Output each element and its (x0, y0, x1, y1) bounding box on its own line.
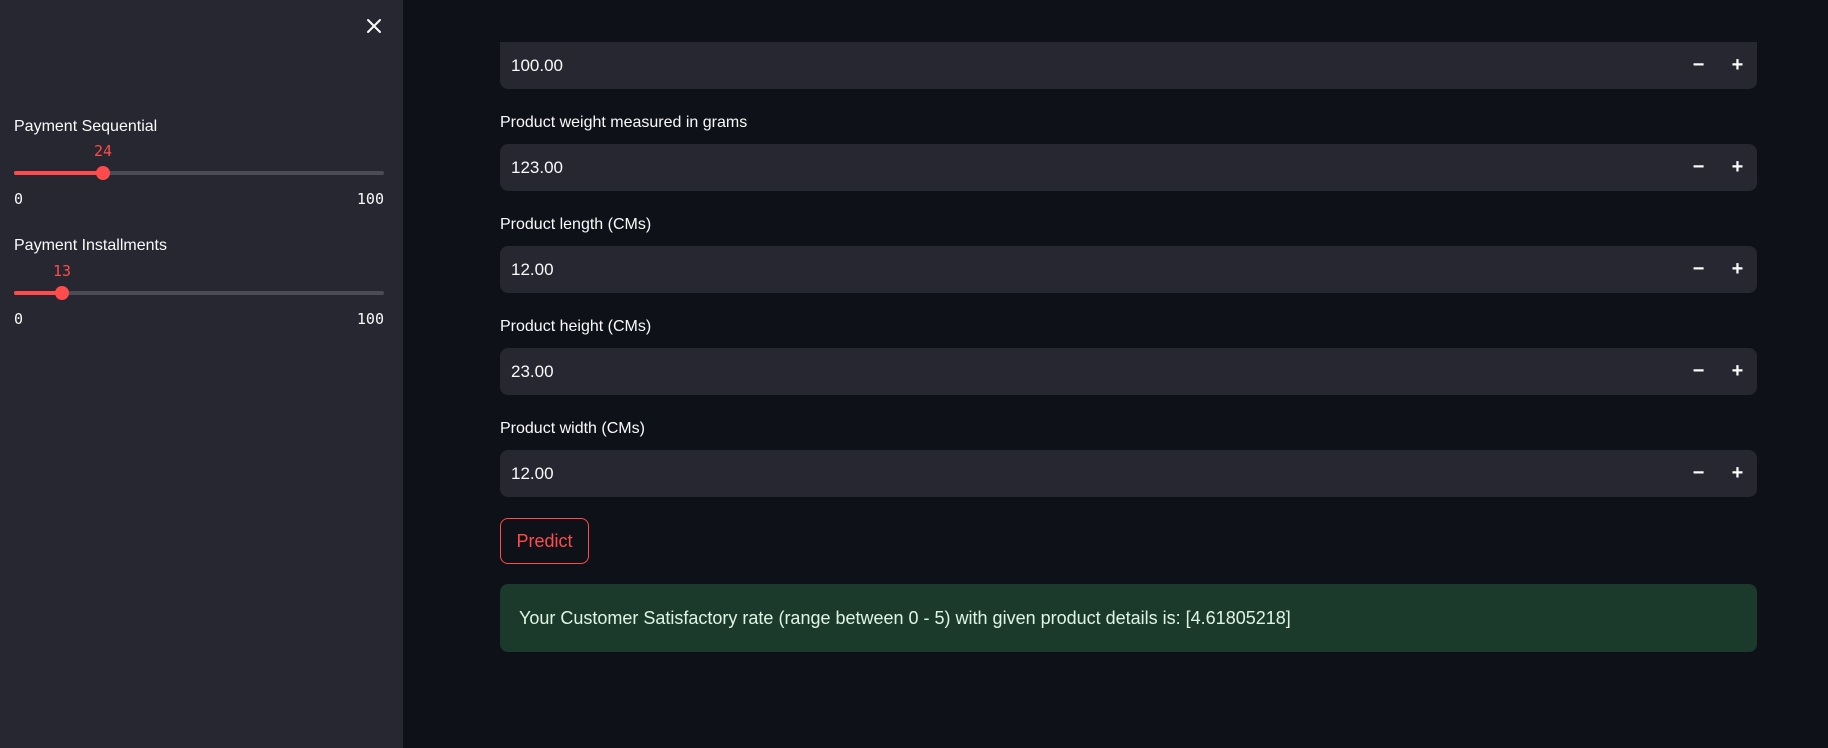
slider-label: Payment Sequential (14, 118, 158, 135)
result-success-alert: Your Customer Satisfactory rate (range b… (500, 584, 1757, 652)
slider-label: Payment Installments (14, 237, 167, 254)
increment-button[interactable]: + (1718, 450, 1757, 497)
input-value[interactable]: 23.00 (511, 348, 554, 395)
decrement-button[interactable]: − (1679, 450, 1718, 497)
field-label: Product height (CMs) (500, 318, 652, 335)
field-label: Product weight measured in grams (500, 114, 748, 131)
increment-button[interactable]: + (1718, 42, 1757, 89)
slider-value: 13 (52, 262, 72, 280)
product-length-input: 12.00 − + (500, 246, 1757, 293)
slider-min: 0 (14, 190, 24, 208)
slider-min: 0 (14, 310, 24, 328)
decrement-button[interactable]: − (1679, 246, 1718, 293)
increment-button[interactable]: + (1718, 144, 1757, 191)
number-input: 100.00 − + (500, 42, 1757, 89)
increment-button[interactable]: + (1718, 348, 1757, 395)
field-label: Product width (CMs) (500, 420, 645, 437)
slider-max: 100 (356, 190, 384, 208)
slider-fill (14, 171, 103, 175)
close-icon (367, 19, 381, 33)
decrement-button[interactable]: − (1679, 348, 1718, 395)
product-width-input: 12.00 − + (500, 450, 1757, 497)
slider-value: 24 (93, 142, 113, 160)
increment-button[interactable]: + (1718, 246, 1757, 293)
slider-thumb[interactable] (55, 286, 69, 300)
predict-button[interactable]: Predict (500, 518, 589, 564)
input-value[interactable]: 123.00 (511, 144, 563, 191)
slider-track[interactable] (14, 286, 384, 300)
result-text: Your Customer Satisfactory rate (range b… (519, 608, 1291, 628)
product-height-input: 23.00 − + (500, 348, 1757, 395)
input-value[interactable]: 100.00 (511, 42, 563, 89)
slider-track[interactable] (14, 166, 384, 180)
close-sidebar-button[interactable] (362, 14, 386, 38)
payment-installments-slider: Payment Installments 13 0 100 (14, 237, 384, 332)
decrement-button[interactable]: − (1679, 42, 1718, 89)
main-content: 100.00 − + Product weight measured in gr… (403, 0, 1828, 748)
input-value[interactable]: 12.00 (511, 450, 554, 497)
decrement-button[interactable]: − (1679, 144, 1718, 191)
product-weight-input: 123.00 − + (500, 144, 1757, 191)
slider-thumb[interactable] (96, 166, 110, 180)
sidebar: Payment Sequential 24 0 100 Payment Inst… (0, 0, 403, 748)
field-label: Product length (CMs) (500, 216, 652, 233)
slider-max: 100 (356, 310, 384, 328)
payment-sequential-slider: Payment Sequential 24 0 100 (14, 118, 384, 213)
input-value[interactable]: 12.00 (511, 246, 554, 293)
